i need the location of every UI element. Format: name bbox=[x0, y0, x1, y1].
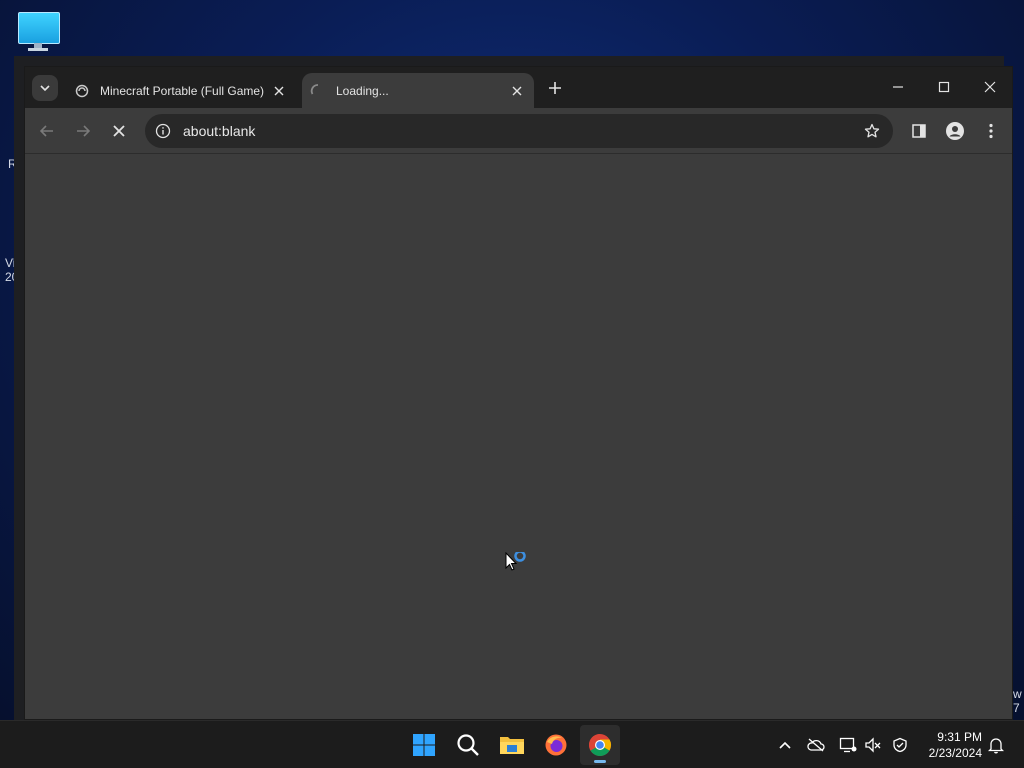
close-tab-icon[interactable] bbox=[508, 82, 526, 100]
network-icon[interactable] bbox=[838, 735, 858, 755]
security-shield-icon[interactable] bbox=[890, 735, 910, 755]
profile-button[interactable] bbox=[941, 117, 969, 145]
browser-toolbar: about:blank bbox=[25, 108, 1012, 154]
arrow-right-icon bbox=[77, 125, 91, 137]
taskbar: 9:31 PM 2/23/2024 bbox=[0, 720, 1024, 768]
clock-date: 2/23/2024 bbox=[928, 746, 982, 760]
file-explorer-button[interactable] bbox=[492, 725, 532, 765]
windows-logo-icon bbox=[413, 734, 435, 756]
profile-avatar-icon bbox=[946, 122, 964, 140]
folder-icon bbox=[500, 737, 524, 754]
chevron-down-icon bbox=[40, 85, 50, 92]
url-text: about:blank bbox=[183, 123, 256, 139]
site-favicon-icon bbox=[74, 83, 90, 99]
search-button[interactable] bbox=[448, 725, 488, 765]
address-bar[interactable]: about:blank bbox=[145, 114, 893, 148]
bookmark-star-icon[interactable] bbox=[861, 120, 883, 142]
search-icon bbox=[457, 734, 479, 756]
page-content[interactable] bbox=[25, 154, 1012, 719]
arrow-left-icon bbox=[39, 125, 53, 137]
firefox-button[interactable] bbox=[536, 725, 576, 765]
tab-search-button[interactable] bbox=[32, 75, 58, 101]
maximize-button[interactable] bbox=[921, 73, 967, 101]
chevron-up-icon bbox=[779, 741, 791, 749]
more-vertical-icon bbox=[989, 123, 993, 139]
menu-button[interactable] bbox=[977, 117, 1005, 145]
tab-loading[interactable]: Loading... bbox=[302, 73, 534, 108]
clock-time: 9:31 PM bbox=[937, 730, 982, 744]
side-panel-button[interactable] bbox=[905, 117, 933, 145]
loading-spinner-icon bbox=[310, 83, 326, 99]
active-app-indicator bbox=[594, 760, 606, 763]
close-icon bbox=[984, 81, 996, 93]
notification-bell-icon[interactable] bbox=[986, 735, 1006, 755]
stop-icon bbox=[113, 125, 125, 137]
site-info-icon[interactable] bbox=[151, 119, 175, 143]
side-panel-icon bbox=[912, 124, 926, 138]
forward-button[interactable] bbox=[69, 117, 97, 145]
onedrive-offline-icon[interactable] bbox=[806, 735, 826, 755]
minimize-icon bbox=[893, 86, 903, 88]
chrome-icon bbox=[589, 734, 611, 756]
start-button[interactable] bbox=[404, 725, 444, 765]
system-clock[interactable]: 9:31 PM 2/23/2024 bbox=[929, 729, 982, 761]
desktop-label-fragment: 7 bbox=[1013, 701, 1020, 715]
maximize-icon bbox=[938, 81, 950, 93]
tab-title: Loading... bbox=[336, 83, 389, 98]
tab-title: Minecraft Portable (Full Game) bbox=[100, 83, 265, 98]
back-button[interactable] bbox=[33, 117, 61, 145]
stop-loading-button[interactable] bbox=[105, 117, 133, 145]
firefox-icon bbox=[545, 734, 567, 756]
close-tab-icon[interactable] bbox=[270, 82, 288, 100]
tab-strip: Minecraft Portable (Full Game) Loading..… bbox=[25, 67, 1012, 108]
tab-minecraft[interactable]: Minecraft Portable (Full Game) bbox=[66, 73, 296, 108]
new-tab-button[interactable] bbox=[545, 78, 565, 98]
this-pc-icon[interactable] bbox=[16, 10, 62, 52]
close-window-button[interactable] bbox=[967, 73, 1013, 101]
chrome-window: Minecraft Portable (Full Game) Loading..… bbox=[24, 66, 1013, 720]
volume-muted-icon[interactable] bbox=[863, 735, 883, 755]
plus-icon bbox=[549, 82, 561, 94]
chrome-button[interactable] bbox=[580, 725, 620, 765]
busy-cursor-icon bbox=[505, 550, 527, 574]
show-hidden-icons-button[interactable] bbox=[775, 735, 795, 755]
desktop-label-fragment: w bbox=[1013, 687, 1022, 701]
minimize-button[interactable] bbox=[875, 73, 921, 101]
